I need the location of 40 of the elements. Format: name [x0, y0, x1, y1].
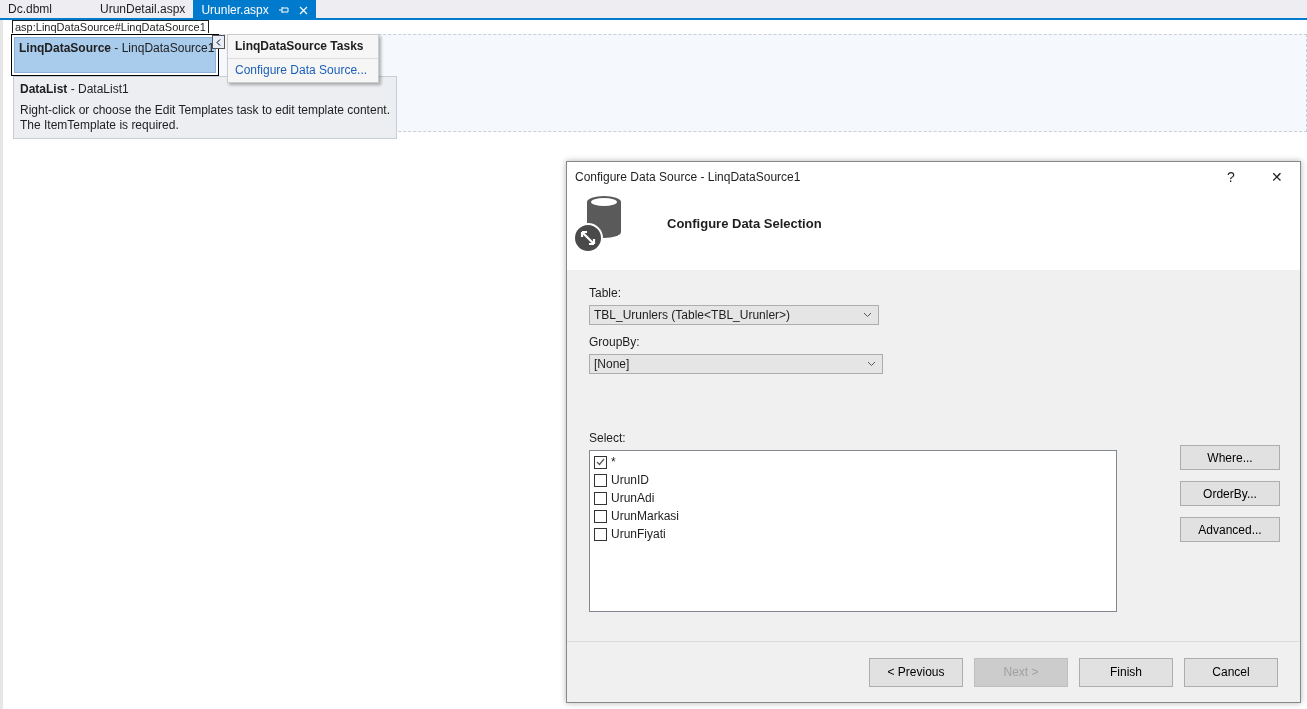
chevron-down-icon [867, 361, 876, 367]
field-label: UrunID [611, 473, 649, 487]
field-label: UrunMarkasi [611, 509, 679, 523]
datalist-control[interactable]: DataList - DataList1 Right-click or choose the Edit Templates task to edit template content. The ItemTemplate is required. [13, 76, 397, 139]
checkbox[interactable] [594, 455, 607, 469]
document-tab[interactable]: Dc.dbml [0, 0, 92, 18]
checkbox[interactable] [594, 473, 607, 487]
page-heading: Configure Data Selection [667, 216, 822, 231]
document-tab[interactable]: Urunler.aspx [193, 0, 316, 18]
groupby-label: GroupBy: [589, 335, 641, 349]
wizard-button[interactable]: < Previous [869, 657, 963, 687]
chevron-down-icon [863, 312, 872, 318]
option-button[interactable]: Where... [1180, 445, 1280, 470]
close-icon[interactable] [298, 5, 308, 15]
smart-tag-title: LinqDataSource Tasks [228, 35, 378, 59]
linq-data-source-control[interactable]: LinqDataSource - LinqDataSource1 [14, 37, 216, 73]
select-label: Select: [589, 431, 627, 445]
chevron-left-icon [216, 38, 221, 46]
datalist-message: Right-click or choose the Edit Templates task to edit template content. The ItemTemplate is required. [20, 103, 390, 133]
groupby-dropdown[interactable]: [None] [589, 354, 883, 374]
control-tag-label: asp:LinqDataSource#LinqDataSource1 [12, 20, 209, 33]
help-button[interactable]: ? [1208, 169, 1254, 185]
datalist-title: DataList - DataList1 [20, 82, 130, 96]
wizard-button[interactable]: Finish [1079, 657, 1173, 687]
field-label: * [611, 455, 616, 469]
wizard-button[interactable]: Cancel [1184, 657, 1278, 687]
table-label: Table: [589, 286, 623, 300]
pin-icon[interactable] [278, 6, 289, 14]
checkbox[interactable] [594, 527, 607, 541]
option-button[interactable]: OrderBy... [1180, 481, 1280, 506]
close-button[interactable]: ✕ [1254, 169, 1300, 185]
table-dropdown[interactable]: TBL_Urunlers (Table<TBL_Urunler>) [589, 305, 879, 325]
field-label: UrunAdi [611, 491, 655, 505]
dialog-title: Configure Data Source - LinqDataSource1 [575, 170, 802, 184]
option-button[interactable]: Advanced... [1180, 517, 1280, 542]
smart-tag-button[interactable] [212, 35, 225, 49]
checkbox[interactable] [594, 491, 607, 505]
checkbox[interactable] [594, 509, 607, 523]
field-label: UrunFiyati [611, 527, 666, 541]
document-tab[interactable]: UrunDetail.aspx [92, 0, 194, 18]
